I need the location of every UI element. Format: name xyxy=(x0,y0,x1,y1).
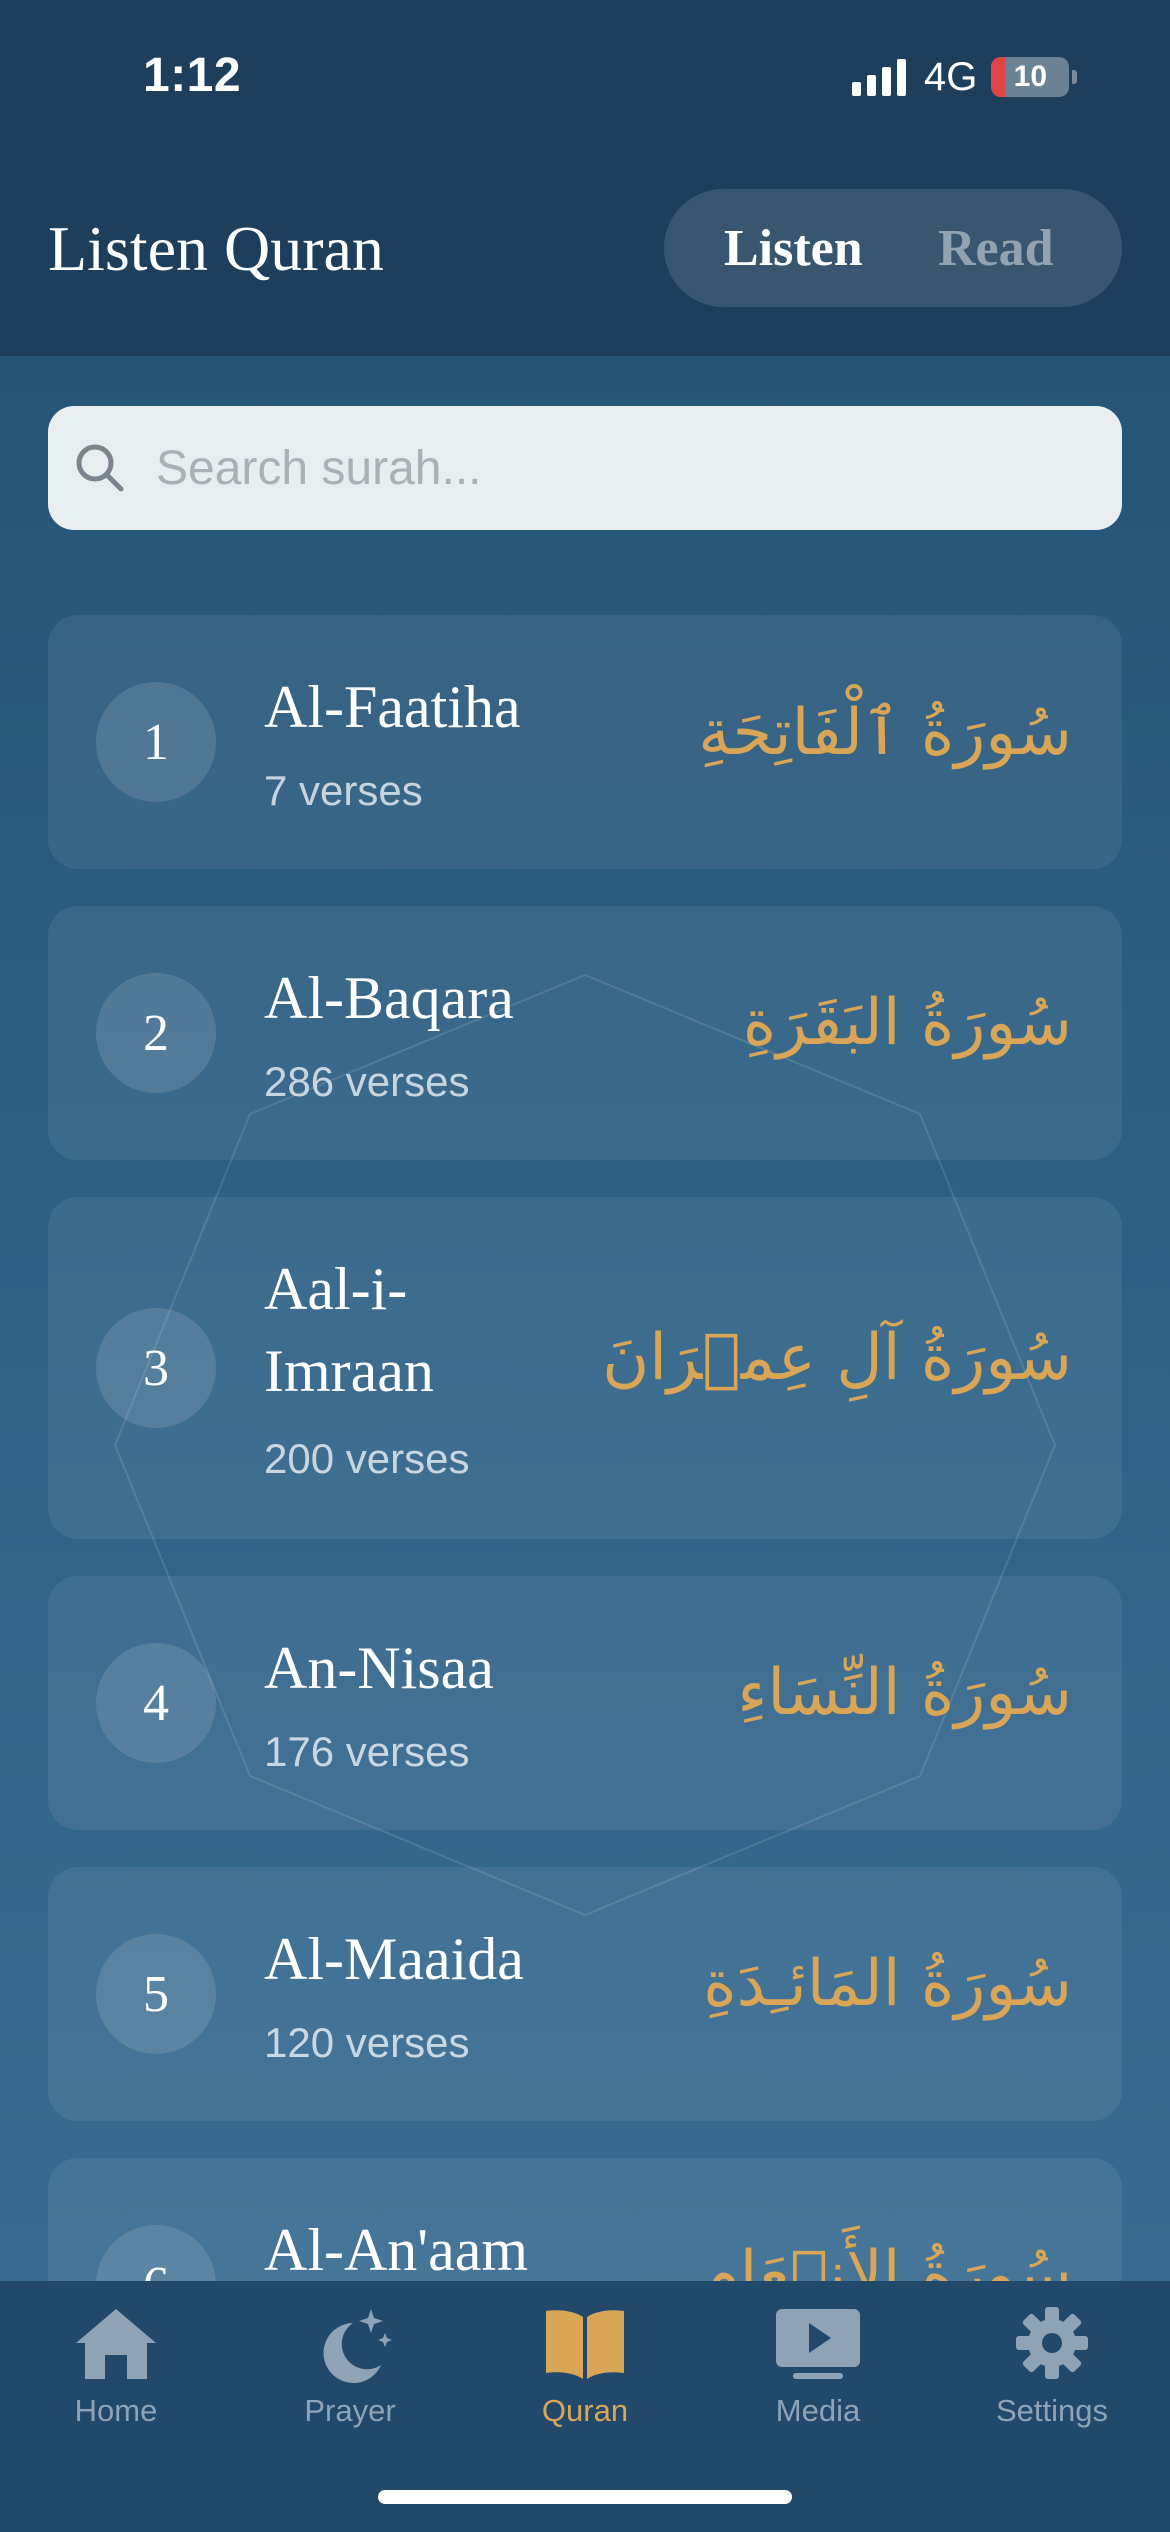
play-screen-icon xyxy=(776,2309,860,2379)
surah-name-line1: Aal-i- xyxy=(264,1256,408,1322)
surah-number: 1 xyxy=(96,682,216,802)
surah-number: 5 xyxy=(96,1934,216,2054)
surah-name: Al-Baqara xyxy=(264,965,514,1031)
surah-arabic-name: سُورَةُ النِّسَاءِ xyxy=(737,1656,1072,1730)
tab-label: Settings xyxy=(995,2393,1108,2428)
network-type: 4G xyxy=(924,54,978,99)
status-time: 1:12 xyxy=(143,49,242,102)
tab-prayer[interactable]: Prayer xyxy=(250,2303,450,2429)
surah-number: 4 xyxy=(96,1643,216,1763)
book-icon xyxy=(546,2310,624,2379)
tab-settings[interactable]: Settings xyxy=(952,2303,1152,2429)
surah-card[interactable]: 2 Al-Baqara 286 verses سُورَةُ البَقَرَة… xyxy=(48,906,1122,1160)
home-icon xyxy=(76,2309,156,2379)
verse-count: 7 verses xyxy=(264,767,423,814)
gear-icon xyxy=(1016,2307,1088,2379)
top-header: 1:12 4G 10 Listen Quran Listen Read xyxy=(0,0,1170,356)
tab-label: Prayer xyxy=(304,2393,396,2428)
surah-number: 2 xyxy=(96,973,216,1093)
surah-card[interactable]: 1 Al-Faatiha 7 verses سُورَةُ ٱلْفَاتِحَ… xyxy=(48,615,1122,869)
surah-number: 3 xyxy=(96,1308,216,1428)
search-icon xyxy=(76,444,124,492)
tab-home[interactable]: Home xyxy=(16,2303,216,2429)
surah-name: Al-Maaida xyxy=(264,1926,524,1992)
verse-count: 120 verses xyxy=(264,2019,470,2066)
tab-read[interactable]: Read xyxy=(938,219,1054,278)
signal-icon xyxy=(852,58,906,96)
verse-count: 176 verses xyxy=(264,1728,470,1775)
tab-label: Quran xyxy=(541,2393,629,2428)
surah-arabic-name: سُورَةُ ٱلْفَاتِحَةِ xyxy=(698,696,1072,770)
page-title: Listen Quran xyxy=(48,213,384,284)
surah-card[interactable]: 5 Al-Maaida 120 verses سُورَةُ المَائـِد… xyxy=(48,1867,1122,2121)
tab-quran[interactable]: Quran xyxy=(485,2303,685,2429)
tab-label: Media xyxy=(775,2393,861,2428)
surah-name: An-Nisaa xyxy=(264,1635,494,1701)
surah-arabic-name: سُورَةُ البَقَرَةِ xyxy=(742,986,1072,1060)
surah-name: Al-An'aam xyxy=(264,2217,529,2283)
surah-name-line2: Imraan xyxy=(264,1338,434,1404)
surah-name: Al-Faatiha xyxy=(264,674,521,740)
verse-count: 200 verses xyxy=(264,1435,470,1482)
search-bar[interactable] xyxy=(48,406,1122,530)
verse-count: 286 verses xyxy=(264,1058,470,1105)
moon-stars-icon xyxy=(323,2309,392,2383)
battery-level: 10 xyxy=(1013,60,1048,93)
surah-arabic-name: سُورَةُ آلِ عِمۡرَانَ xyxy=(602,1321,1072,1395)
surah-arabic-name: سُورَةُ المَائـِدَةِ xyxy=(703,1947,1072,2021)
tab-label: Home xyxy=(74,2393,158,2428)
home-indicator[interactable] xyxy=(378,2490,792,2504)
tab-listen[interactable]: Listen xyxy=(724,219,863,278)
search-input[interactable] xyxy=(156,436,1076,500)
surah-card[interactable]: 4 An-Nisaa 176 verses سُورَةُ النِّسَاءِ xyxy=(48,1576,1122,1830)
listen-read-toggle[interactable]: Listen Read xyxy=(664,189,1122,307)
surah-card[interactable]: 3 Aal-i- Imraan 200 verses سُورَةُ آلِ ع… xyxy=(48,1197,1122,1539)
battery-icon: 10 xyxy=(991,57,1070,97)
status-indicators: 4G 10 xyxy=(852,52,1078,102)
tab-media[interactable]: Media xyxy=(718,2303,918,2429)
